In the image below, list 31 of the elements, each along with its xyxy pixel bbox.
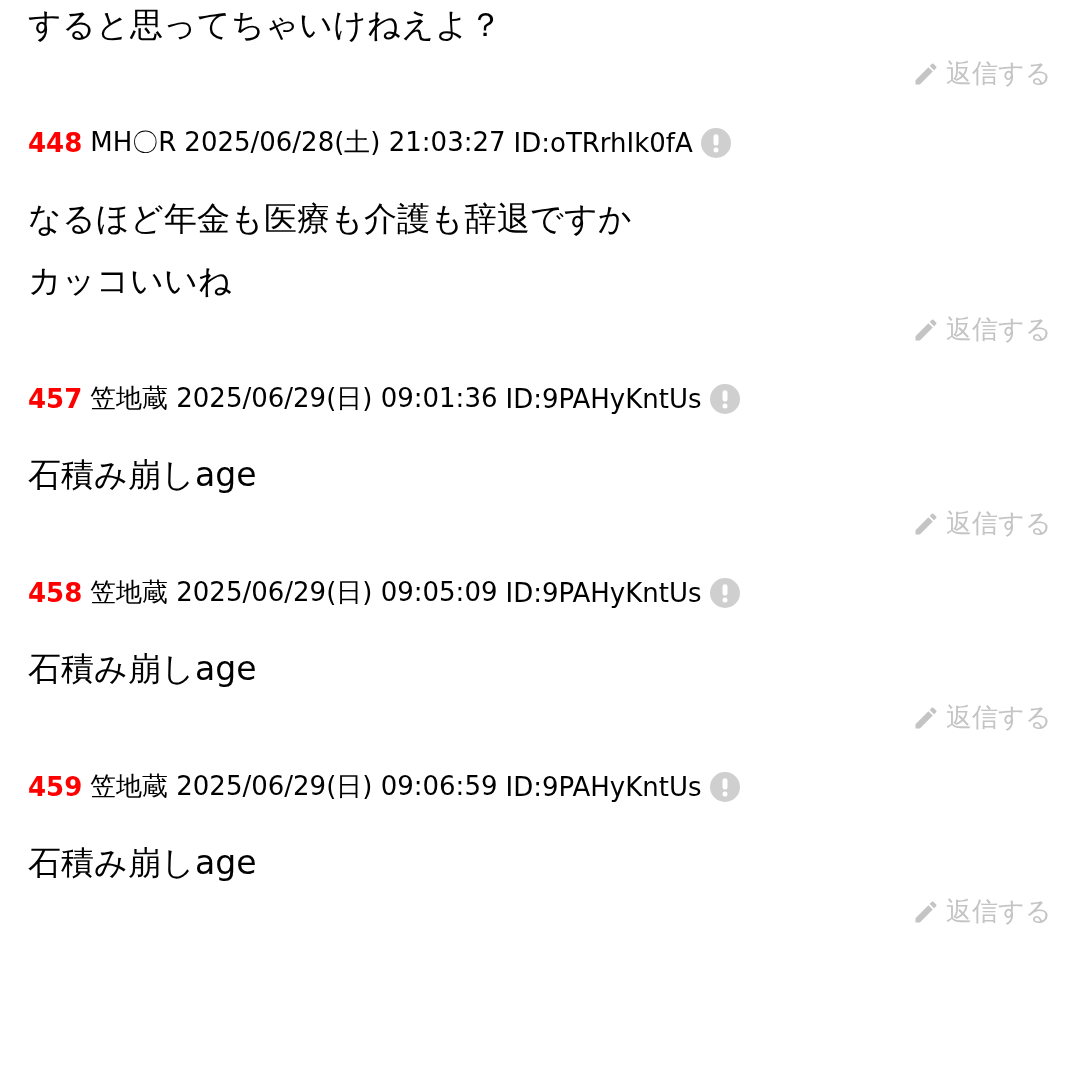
post-text: 石積み崩しage (28, 648, 258, 690)
poster-name: MH〇R (90, 126, 177, 159)
reply-button[interactable]: 返信する (912, 312, 1052, 347)
reply-button[interactable]: 返信する (912, 700, 1052, 735)
post-number: 457 (28, 383, 83, 414)
poster-name: 笠地蔵 (90, 382, 169, 415)
post-text: カッコいいね (28, 260, 233, 302)
reply-button[interactable]: 返信する (912, 894, 1052, 929)
reply-button[interactable]: 返信する (912, 506, 1052, 541)
post-text: 石積み崩しage (28, 842, 258, 884)
report-icon[interactable] (709, 383, 740, 414)
post-datetime: 2025/06/29(日) 09:06:59 (176, 770, 498, 803)
post-number: 458 (28, 577, 83, 608)
post-text: すると思ってちゃいけねえよ？ (28, 4, 503, 46)
post-datetime: 2025/06/29(日) 09:05:09 (176, 576, 498, 609)
post-text: 石積み崩しage (28, 454, 258, 496)
report-icon[interactable] (700, 127, 731, 158)
report-icon[interactable] (709, 577, 740, 608)
report-icon[interactable] (709, 771, 740, 802)
poster-id: ID:9PAHyKntUs (505, 771, 702, 802)
post-datetime: 2025/06/29(日) 09:01:36 (176, 382, 498, 415)
post-datetime: 2025/06/28(土) 21:03:27 (184, 126, 506, 159)
poster-name: 笠地蔵 (90, 770, 169, 803)
poster-id: ID:9PAHyKntUs (505, 383, 702, 414)
poster-id: ID:9PAHyKntUs (505, 577, 702, 608)
post-number: 448 (28, 127, 83, 158)
poster-id: ID:oTRrhIk0fA (513, 127, 693, 158)
post-text: なるほど年金も医療も介護も辞退ですか (28, 198, 633, 240)
post-number: 459 (28, 771, 83, 802)
poster-name: 笠地蔵 (90, 576, 169, 609)
reply-button[interactable]: 返信する (912, 56, 1052, 91)
